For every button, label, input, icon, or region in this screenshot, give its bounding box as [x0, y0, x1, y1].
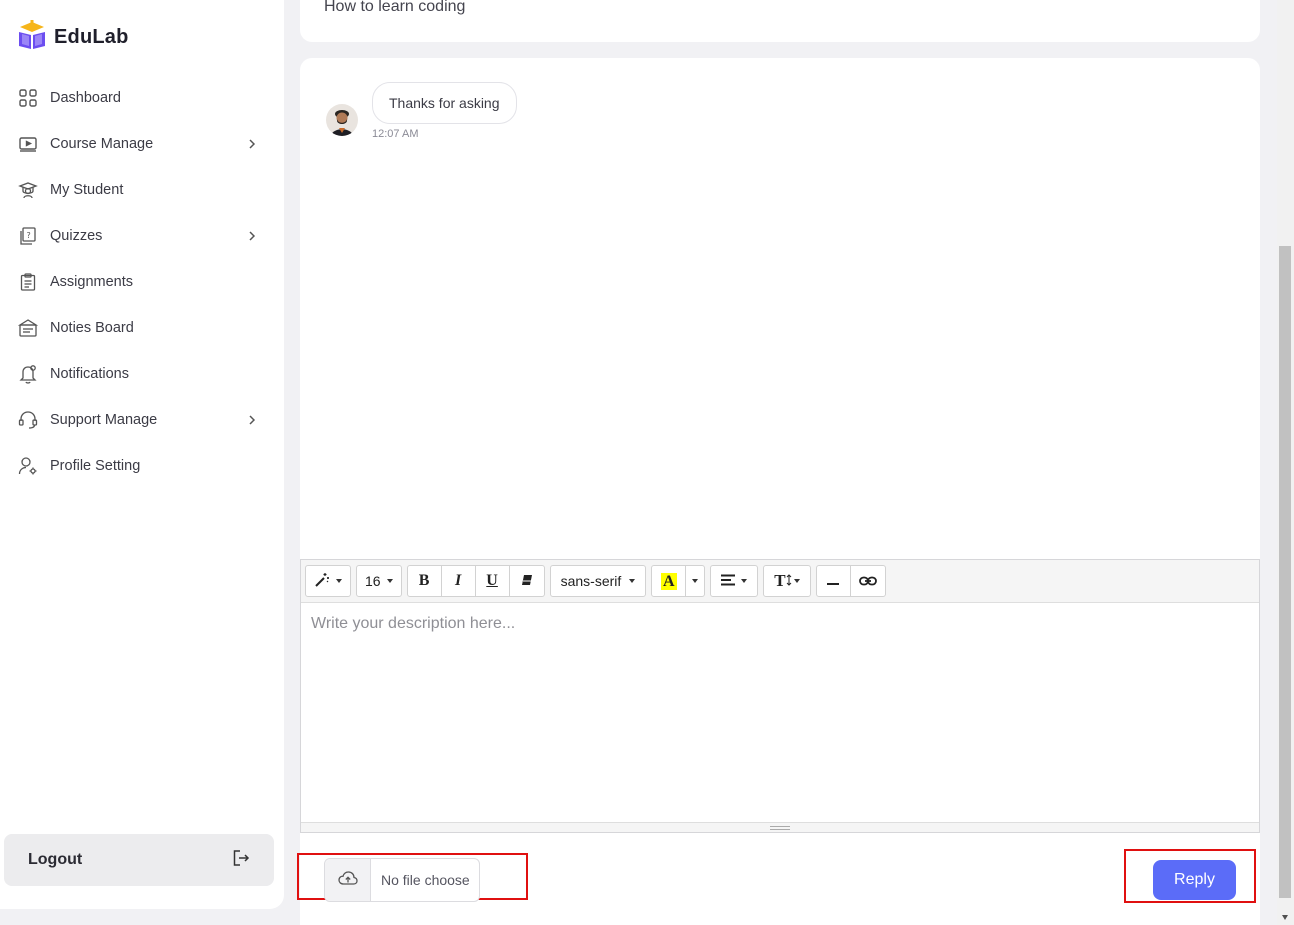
sidebar-item-quizzes[interactable]: ? Quizzes [0, 213, 284, 259]
editor-toolbar: 16 B I U sans-serif A T [301, 560, 1259, 603]
color-group: A [651, 565, 706, 597]
quiz-icon: ? [18, 226, 38, 246]
sidebar-item-label: Dashboard [50, 90, 121, 106]
magic-wand-icon [314, 572, 330, 591]
svg-text:?: ? [27, 231, 31, 240]
font-family-value: sans-serif [560, 573, 622, 589]
font-family-group: sans-serif [549, 565, 647, 597]
logout-button[interactable]: Logout [4, 834, 274, 886]
chevron-right-icon [246, 414, 258, 426]
bold-button[interactable]: B [408, 566, 442, 596]
text-color-button[interactable]: A [652, 566, 687, 596]
sidebar-item-label: Assignments [50, 274, 134, 290]
sidebar-item-label: Notifications [50, 366, 129, 382]
sidebar-item-course-manage[interactable]: Course Manage [0, 121, 284, 167]
italic-label: I [454, 572, 462, 589]
font-size-dropdown[interactable]: 16 [357, 566, 401, 596]
student-icon [18, 180, 38, 200]
board-icon [18, 318, 38, 338]
reply-editor: 16 B I U sans-serif A T Write your descr… [300, 559, 1260, 833]
font-size-value: 16 [365, 573, 381, 589]
horizontal-rule-icon [827, 573, 840, 589]
sidebar-item-label: Noties Board [50, 320, 134, 336]
file-name-label: No file choose [381, 872, 470, 888]
sidebar-item-label: Quizzes [50, 228, 103, 244]
grid-icon [18, 88, 38, 108]
sidebar-item-label: My Student [50, 182, 124, 198]
link-button[interactable] [851, 566, 885, 596]
message-bubble: Thanks for asking [372, 82, 517, 124]
message-time: 12:07 AM [372, 128, 419, 140]
color-dropdown-button[interactable] [686, 566, 704, 596]
topic-card: How to learn coding [300, 0, 1260, 42]
sidebar-item-label: Support Manage [50, 412, 158, 428]
sidebar-item-label: Course Manage [50, 136, 154, 152]
logout-label: Logout [28, 851, 83, 868]
brand[interactable]: EduLab [16, 20, 129, 55]
paragraph-group [710, 565, 759, 597]
video-play-icon [18, 134, 38, 154]
horizontal-rule-button[interactable] [817, 566, 851, 596]
topic-title: How to learn coding [324, 0, 466, 15]
sidebar-item-dashboard[interactable]: Dashboard [0, 75, 284, 121]
text-height-icon: T [774, 571, 786, 590]
chevron-right-icon [246, 230, 258, 242]
format-group: B I U [406, 565, 545, 597]
align-dropdown-button[interactable] [711, 566, 757, 596]
underline-label: U [486, 572, 498, 589]
sidebar-item-notifications[interactable]: Notifications [0, 351, 284, 397]
sidebar-nav: Dashboard Course Manage My Student ? Qui… [0, 75, 284, 489]
editor-resize-handle[interactable] [301, 822, 1259, 832]
style-group [305, 565, 351, 597]
clear-format-button[interactable] [510, 566, 544, 596]
graduation-book-logo-icon [16, 20, 48, 55]
chat-message-body: Thanks for asking 12:07 AM [372, 82, 517, 140]
page-scrollbar[interactable] [1277, 0, 1294, 925]
text-color-icon: A [660, 572, 677, 590]
sidebar-item-profile-setting[interactable]: Profile Setting [0, 443, 284, 489]
bell-icon [18, 364, 38, 384]
insert-group [815, 565, 886, 597]
up-down-arrow-icon [786, 573, 792, 589]
avatar [326, 104, 358, 136]
link-icon [858, 573, 877, 589]
cloud-upload-icon [337, 870, 358, 891]
user-gear-icon [18, 456, 38, 476]
chevron-right-icon [246, 138, 258, 150]
sidebar-item-noties-board[interactable]: Noties Board [0, 305, 284, 351]
font-family-dropdown[interactable]: sans-serif [551, 566, 646, 596]
style-dropdown-button[interactable] [306, 566, 350, 596]
sidebar-item-support-manage[interactable]: Support Manage [0, 397, 284, 443]
height-group: T [763, 565, 811, 597]
headset-icon [18, 410, 38, 430]
description-editor[interactable]: Write your description here... [301, 603, 1259, 822]
upload-button[interactable] [325, 859, 371, 901]
clipboard-icon [18, 272, 38, 292]
scroll-down-arrow-icon[interactable] [1282, 915, 1288, 920]
scrollbar-thumb[interactable] [1279, 246, 1291, 898]
sidebar-item-my-student[interactable]: My Student [0, 167, 284, 213]
sidebar-item-assignments[interactable]: Assignments [0, 259, 284, 305]
sidebar-item-label: Profile Setting [50, 458, 141, 474]
font-size-group: 16 [356, 565, 402, 597]
italic-button[interactable]: I [442, 566, 476, 596]
sidebar: EduLab Dashboard Course Manage My Studen… [0, 0, 284, 909]
brand-name: EduLab [54, 26, 129, 48]
align-left-icon [721, 573, 736, 589]
reply-button[interactable]: Reply [1153, 860, 1236, 900]
underline-button[interactable]: U [476, 566, 510, 596]
eraser-icon [520, 573, 534, 590]
file-upload-input[interactable]: No file choose [324, 858, 480, 902]
line-height-dropdown[interactable]: T [764, 566, 809, 596]
chat-message: Thanks for asking 12:07 AM [326, 82, 517, 140]
logout-icon [232, 849, 250, 872]
bold-label: B [418, 572, 430, 589]
